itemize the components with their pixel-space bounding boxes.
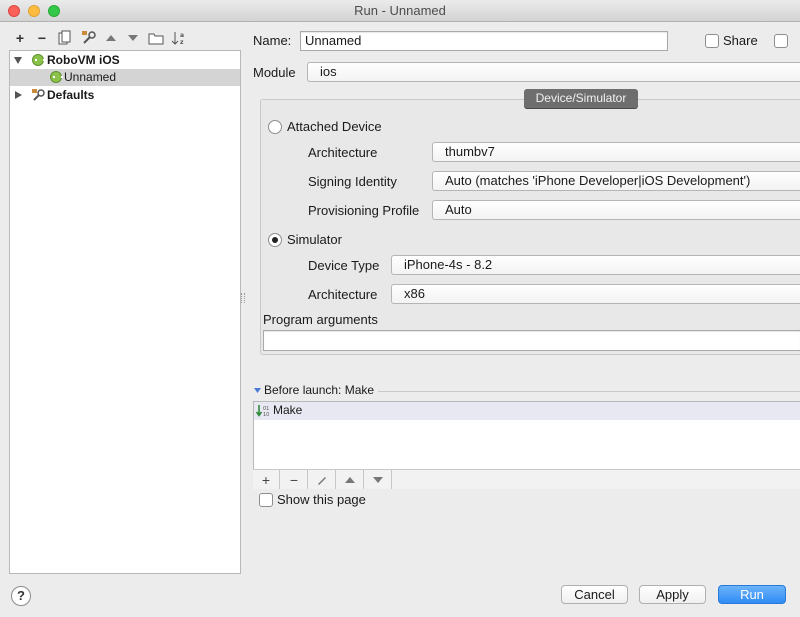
minus-icon: − <box>37 30 47 46</box>
before-launch-header: Before launch: Make <box>264 383 375 397</box>
minus-icon: − <box>289 471 299 488</box>
device-type-dropdown[interactable]: iPhone-4s - 8.2 <box>391 255 800 275</box>
name-field[interactable]: Unnamed <box>300 31 668 51</box>
copy-icon <box>58 30 71 45</box>
device-simulator-tab[interactable]: Device/Simulator <box>524 89 638 108</box>
cancel-button[interactable]: Cancel <box>561 585 628 604</box>
sort-button[interactable]: az <box>170 29 188 47</box>
name-label: Name: <box>253 33 292 48</box>
tree-item-unnamed[interactable]: Unnamed <box>10 69 240 86</box>
move-down-button[interactable] <box>124 29 142 47</box>
signing-identity-dropdown[interactable]: Auto (matches 'iPhone Developer|iOS Deve… <box>432 171 800 191</box>
tree-group-label: Defaults <box>47 88 95 102</box>
signing-identity-label: Signing Identity <box>308 174 397 189</box>
list-item[interactable]: 01 10 Make <box>254 402 800 420</box>
apply-button[interactable]: Apply <box>639 585 706 604</box>
move-up-button[interactable] <box>102 29 120 47</box>
before-launch-divider <box>378 391 800 392</box>
svg-text:a: a <box>180 32 184 39</box>
create-folder-button[interactable] <box>147 29 165 47</box>
arrow-down-icon <box>128 35 138 41</box>
move-task-down-button[interactable] <box>365 470 392 489</box>
sort-alphabetically-icon: az <box>171 32 184 46</box>
arrow-up-icon <box>106 35 116 41</box>
share-checkbox[interactable] <box>705 34 719 48</box>
tree-group-defaults[interactable]: Defaults <box>10 87 240 104</box>
before-launch-collapse-icon[interactable] <box>253 387 262 395</box>
show-this-page-label: Show this page <box>277 492 366 507</box>
folder-icon <box>148 33 164 44</box>
program-arguments-field[interactable] <box>263 330 800 351</box>
module-dropdown[interactable]: ios <box>307 62 800 82</box>
add-configuration-button[interactable]: + <box>11 29 29 47</box>
provisioning-profile-dropdown[interactable]: Auto <box>432 200 800 220</box>
tree-group-robovm-ios[interactable]: RoboVM iOS <box>10 52 240 69</box>
pencil-icon <box>318 476 326 485</box>
show-this-page-checkbox[interactable] <box>259 493 273 507</box>
copy-configuration-button[interactable] <box>56 29 74 47</box>
wrench-icon <box>82 31 96 44</box>
tree-item-label: Unnamed <box>64 70 117 84</box>
extra-checkbox[interactable] <box>774 34 788 48</box>
plus-icon: + <box>261 471 271 488</box>
configuration-tree[interactable]: RoboVM iOS Unnamed Defaults <box>9 50 241 574</box>
plus-icon: + <box>15 30 25 46</box>
edit-task-button[interactable] <box>309 470 336 489</box>
help-button[interactable]: ? <box>11 586 31 606</box>
edit-defaults-button[interactable] <box>80 29 98 47</box>
attached-device-label: Attached Device <box>287 119 382 134</box>
device-type-label: Device Type <box>308 258 380 273</box>
share-label: Share <box>723 33 758 48</box>
attached-device-radio[interactable] <box>268 120 282 134</box>
add-task-button[interactable]: + <box>253 470 280 489</box>
splitter-handle[interactable] <box>241 293 245 303</box>
minimize-window-button[interactable] <box>28 5 40 17</box>
module-label: Module <box>253 65 296 80</box>
robovm-icon <box>50 71 63 83</box>
close-window-button[interactable] <box>8 5 20 17</box>
svg-text:10: 10 <box>263 412 269 418</box>
provisioning-profile-label: Provisioning Profile <box>308 203 420 218</box>
before-launch-toolbar: + − <box>253 469 800 489</box>
run-button[interactable]: Run <box>718 585 786 604</box>
program-arguments-label: Program arguments <box>263 312 378 327</box>
robovm-icon <box>32 54 45 66</box>
window-title: Run - Unnamed <box>354 3 446 18</box>
list-item-label: Make <box>273 403 303 417</box>
zoom-window-button[interactable] <box>48 5 60 17</box>
arrow-down-icon <box>373 476 383 483</box>
remove-task-button[interactable]: − <box>281 470 308 489</box>
simulator-label: Simulator <box>287 232 342 247</box>
expand-arrow-icon[interactable] <box>15 91 22 99</box>
architecture-dropdown[interactable]: thumbv7 <box>432 142 800 162</box>
architecture-label: Architecture <box>308 145 378 160</box>
sim-architecture-dropdown[interactable]: x86 <box>391 284 800 304</box>
title-bar: Run - Unnamed <box>0 0 800 22</box>
sim-architecture-label: Architecture <box>308 287 378 302</box>
remove-configuration-button[interactable]: − <box>33 29 51 47</box>
wrench-icon <box>32 89 45 101</box>
collapse-arrow-icon[interactable] <box>14 57 22 64</box>
simulator-radio[interactable] <box>268 233 282 247</box>
arrow-up-icon <box>345 476 355 483</box>
move-task-up-button[interactable] <box>337 470 364 489</box>
make-icon: 0110 <box>256 405 269 418</box>
tree-group-label: RoboVM iOS <box>47 53 120 67</box>
svg-text:z: z <box>180 39 184 46</box>
